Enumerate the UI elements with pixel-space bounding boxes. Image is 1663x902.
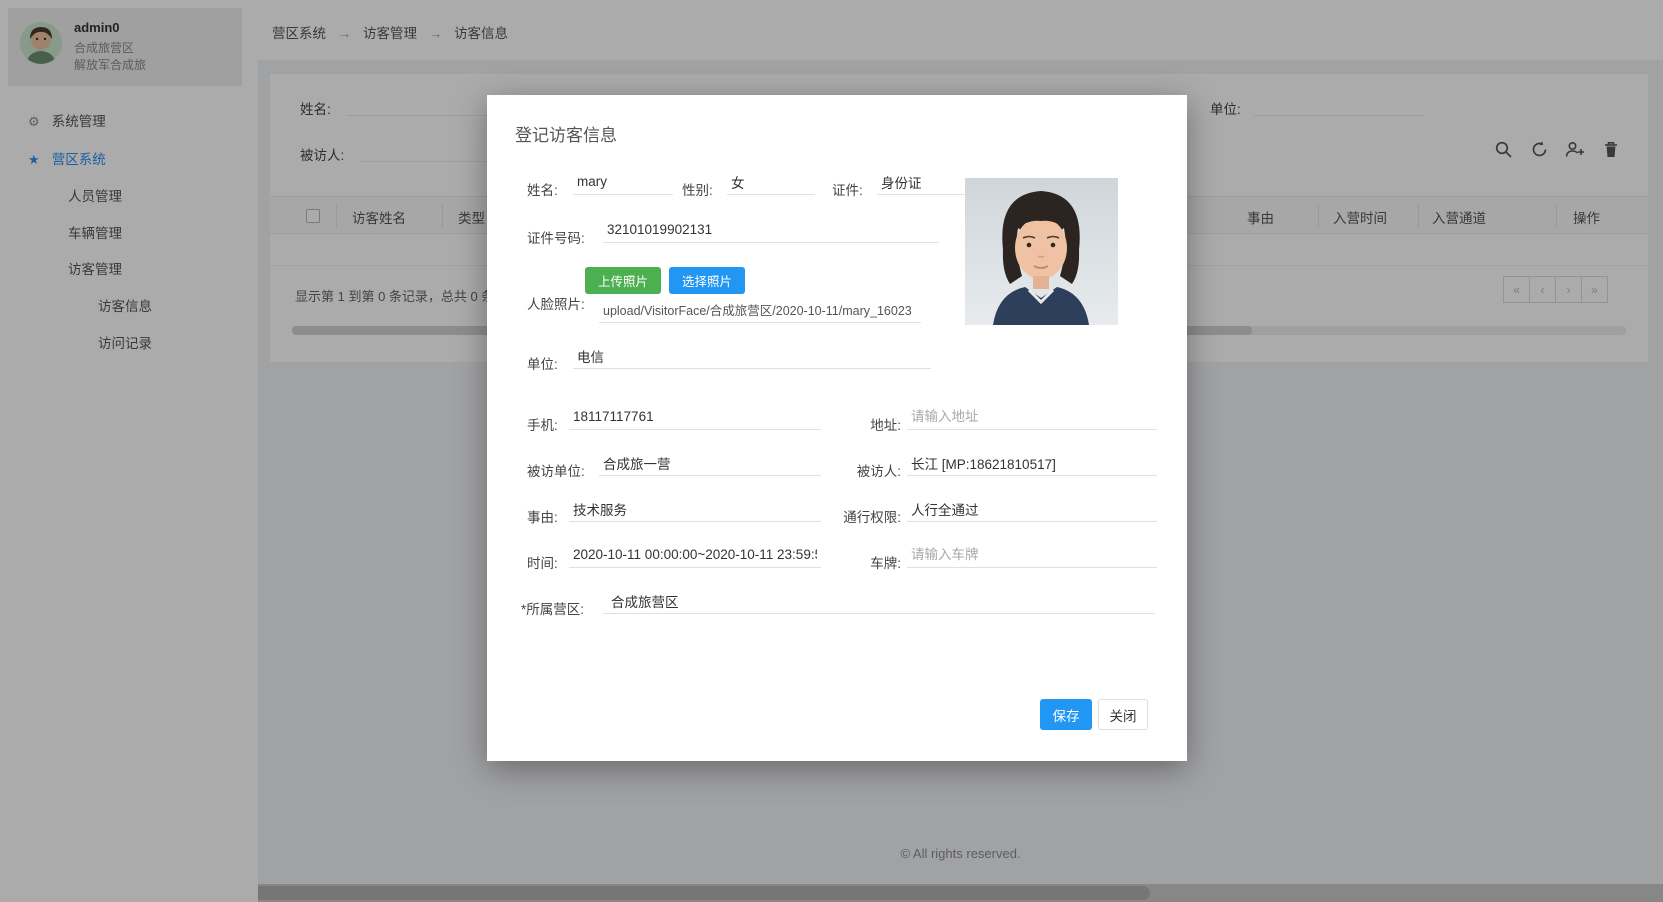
visitee-input[interactable] (907, 450, 1157, 476)
name-input[interactable] (573, 169, 673, 195)
visitor-photo-illustration (965, 178, 1118, 325)
unit-input[interactable] (573, 343, 931, 369)
id-type-input[interactable] (877, 169, 969, 195)
modal-title: 登记访客信息 (515, 121, 617, 146)
reason-input[interactable] (569, 496, 821, 522)
plate-input[interactable] (907, 542, 1157, 568)
camp-select[interactable] (603, 588, 1155, 614)
gender-input[interactable] (727, 169, 815, 195)
gender-label: 性别: (682, 179, 713, 199)
upload-photo-button[interactable]: 上传照片 (585, 267, 661, 294)
address-input[interactable] (907, 404, 1157, 430)
save-button[interactable]: 保存 (1040, 699, 1092, 730)
permission-label: 通行权限: (827, 506, 901, 526)
reason-label: 事由: (527, 506, 558, 526)
visited-unit-label: 被访单位: (527, 460, 585, 480)
camp-label: *所属营区: (521, 598, 584, 618)
face-photo-label: 人脸照片: (527, 293, 585, 313)
id-type-label: 证件: (832, 179, 863, 199)
choose-photo-button[interactable]: 选择照片 (669, 267, 745, 294)
photo-path-input[interactable] (599, 297, 921, 323)
id-number-input[interactable] (603, 217, 939, 243)
name-label: 姓名: (527, 179, 558, 199)
visited-unit-input[interactable] (599, 450, 821, 476)
visitee-label: 被访人: (827, 460, 901, 480)
time-range-input[interactable] (569, 542, 821, 568)
time-label: 时间: (527, 552, 558, 572)
id-number-label: 证件号码: (527, 227, 585, 247)
close-button[interactable]: 关闭 (1098, 699, 1148, 730)
phone-input[interactable] (569, 404, 821, 430)
address-label: 地址: (827, 414, 901, 434)
visitor-photo (965, 178, 1118, 325)
phone-label: 手机: (527, 414, 558, 434)
page: admin0 合成旅营区 解放军合成旅 系统管理 营区系统 人员管理 车辆管理 … (0, 0, 1663, 902)
register-visitor-modal: 登记访客信息 姓名: 性别: 证件: 证件号码: 人脸照片: 上传照片 选择照片 (487, 95, 1187, 761)
permission-input[interactable] (907, 496, 1157, 522)
unit-label: 单位: (527, 353, 558, 373)
plate-label: 车牌: (827, 552, 901, 572)
